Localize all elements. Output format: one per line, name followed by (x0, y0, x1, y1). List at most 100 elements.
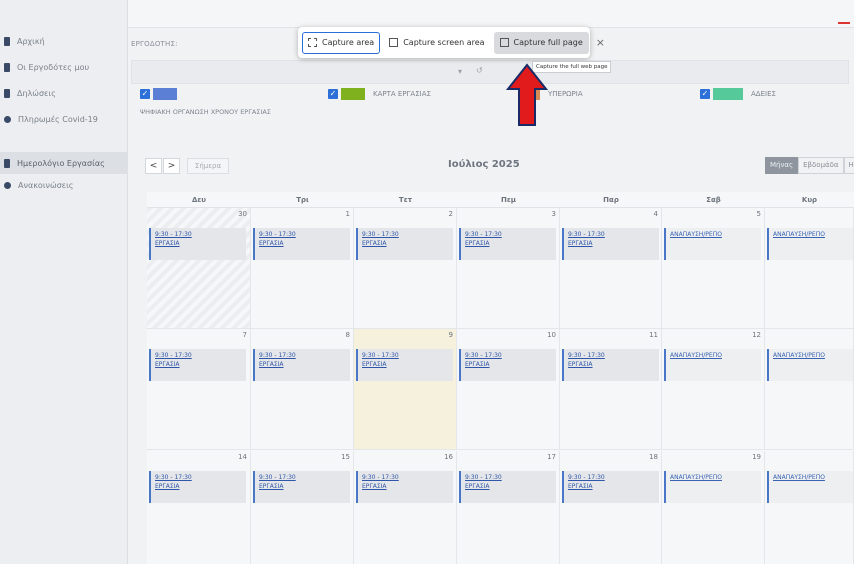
sidebar-item-covid-payments[interactable]: Πληρωμές Covid-19 (0, 108, 128, 130)
rest-event[interactable]: ΑΝΑΠΑΥΣΗ/ΡΕΠΟ (767, 471, 853, 503)
event-label[interactable]: ΕΡΓΑΣΙΑ (568, 360, 655, 369)
calendar-day-cell[interactable]: 10 9:30 - 17:30 ΕΡΓΑΣΙΑ (457, 329, 560, 450)
calendar-day-cell[interactable]: ΑΝΑΠΑΥΣΗ/ΡΕΠΟ (765, 329, 854, 450)
work-event[interactable]: 9:30 - 17:30 ΕΡΓΑΣΙΑ (459, 471, 556, 503)
chevron-down-icon[interactable]: ▾ (458, 67, 462, 76)
event-label[interactable]: ΑΝΑΠΑΥΣΗ/ΡΕΠΟ (773, 351, 849, 360)
calendar-day-cell[interactable]: 1 9:30 - 17:30 ΕΡΓΑΣΙΑ (251, 208, 354, 329)
event-label[interactable]: ΕΡΓΑΣΙΑ (259, 360, 346, 369)
prev-month-button[interactable]: < (145, 158, 162, 174)
clear-selection-icon[interactable]: ↺ (476, 66, 483, 75)
event-label[interactable]: ΕΡΓΑΣΙΑ (155, 239, 242, 248)
today-button[interactable]: Σήμερα (187, 158, 229, 174)
event-label[interactable]: ΑΝΑΠΑΥΣΗ/ΡΕΠΟ (670, 230, 757, 239)
calendar-day-cell[interactable]: 8 9:30 - 17:30 ΕΡΓΑΣΙΑ (251, 329, 354, 450)
capture-full-page-button[interactable]: Capture full page (493, 31, 589, 54)
calendar-day-cell[interactable]: 18 9:30 - 17:30 ΕΡΓΑΣΙΑ (560, 451, 662, 564)
event-label[interactable]: ΑΝΑΠΑΥΣΗ/ΡΕΠΟ (773, 473, 849, 482)
capture-screen-button[interactable]: Capture screen area (383, 32, 490, 54)
work-event[interactable]: 9:30 - 17:30 ΕΡΓΑΣΙΑ (253, 471, 350, 503)
event-label[interactable]: ΕΡΓΑΣΙΑ (155, 360, 242, 369)
event-time[interactable]: 9:30 - 17:30 (155, 230, 242, 239)
work-event[interactable]: 9:30 - 17:30 ΕΡΓΑΣΙΑ (253, 228, 350, 260)
capture-area-button[interactable]: Capture area (302, 31, 381, 54)
work-event[interactable]: 9:30 - 17:30 ΕΡΓΑΣΙΑ (149, 471, 246, 503)
calendar-day-cell[interactable]: 17 9:30 - 17:30 ΕΡΓΑΣΙΑ (457, 451, 560, 564)
work-event[interactable]: 9:30 - 17:30 ΕΡΓΑΣΙΑ (459, 228, 556, 260)
work-event[interactable]: 9:30 - 17:30 ΕΡΓΑΣΙΑ (253, 349, 350, 381)
event-label[interactable]: ΕΡΓΑΣΙΑ (465, 239, 552, 248)
checkbox-checked-icon[interactable]: ✓ (328, 89, 338, 99)
event-label[interactable]: ΕΡΓΑΣΙΑ (362, 482, 449, 491)
work-event[interactable]: 9:30 - 17:30 ΕΡΓΑΣΙΑ (562, 349, 659, 381)
event-time[interactable]: 9:30 - 17:30 (465, 473, 552, 482)
event-label[interactable]: ΕΡΓΑΣΙΑ (362, 360, 449, 369)
event-label[interactable]: ΕΡΓΑΣΙΑ (568, 482, 655, 491)
close-icon[interactable]: × (596, 36, 605, 49)
event-label[interactable]: ΕΡΓΑΣΙΑ (362, 239, 449, 248)
sidebar-item-declarations[interactable]: Δηλώσεις (0, 82, 128, 104)
event-time[interactable]: 9:30 - 17:30 (465, 230, 552, 239)
work-event[interactable]: 9:30 - 17:30 ΕΡΓΑΣΙΑ (459, 349, 556, 381)
calendar-day-cell[interactable]: 3 9:30 - 17:30 ΕΡΓΑΣΙΑ (457, 208, 560, 329)
sidebar-item-work-calendar[interactable]: Ημερολόγιο Εργασίας (0, 152, 128, 174)
event-time[interactable]: 9:30 - 17:30 (568, 473, 655, 482)
work-event[interactable]: 9:30 - 17:30 ΕΡΓΑΣΙΑ (149, 349, 246, 381)
rest-event[interactable]: ΑΝΑΠΑΥΣΗ/ΡΕΠΟ (767, 349, 853, 381)
calendar-day-cell[interactable]: 19 ΑΝΑΠΑΥΣΗ/ΡΕΠΟ (662, 451, 765, 564)
work-event[interactable]: 9:30 - 17:30 ΕΡΓΑΣΙΑ (562, 228, 659, 260)
sidebar-item-home[interactable]: Αρχική (0, 30, 128, 52)
next-month-button[interactable]: > (163, 158, 180, 174)
rest-event[interactable]: ΑΝΑΠΑΥΣΗ/ΡΕΠΟ (664, 349, 761, 381)
event-time[interactable]: 9:30 - 17:30 (155, 473, 242, 482)
work-event[interactable]: 9:30 - 17:30 ΕΡΓΑΣΙΑ (562, 471, 659, 503)
checkbox-checked-icon[interactable]: ✓ (700, 89, 710, 99)
calendar-day-cell[interactable]: 11 9:30 - 17:30 ΕΡΓΑΣΙΑ (560, 329, 662, 450)
event-label[interactable]: ΕΡΓΑΣΙΑ (259, 482, 346, 491)
calendar-day-cell[interactable]: 14 9:30 - 17:30 ΕΡΓΑΣΙΑ (147, 451, 251, 564)
calendar-day-cell[interactable]: 12 ΑΝΑΠΑΥΣΗ/ΡΕΠΟ (662, 329, 765, 450)
checkbox-checked-icon[interactable]: ✓ (140, 89, 150, 99)
rest-event[interactable]: ΑΝΑΠΑΥΣΗ/ΡΕΠΟ (664, 471, 761, 503)
calendar-day-cell[interactable]: 16 9:30 - 17:30 ΕΡΓΑΣΙΑ (354, 451, 457, 564)
event-time[interactable]: 9:30 - 17:30 (362, 351, 449, 360)
view-day-button[interactable]: Ημ (843, 157, 854, 174)
event-label[interactable]: ΕΡΓΑΣΙΑ (259, 239, 346, 248)
event-time[interactable]: 9:30 - 17:30 (362, 473, 449, 482)
view-month-button[interactable]: Μήνας (765, 157, 799, 174)
work-event[interactable]: 9:30 - 17:30 ΕΡΓΑΣΙΑ (356, 228, 453, 260)
legend-item-leaves[interactable]: ✓ ΑΔΕΙΕΣ (700, 86, 776, 102)
rest-event[interactable]: ΑΝΑΠΑΥΣΗ/ΡΕΠΟ (664, 228, 761, 260)
event-time[interactable]: 9:30 - 17:30 (259, 473, 346, 482)
work-event[interactable]: 9:30 - 17:30 ΕΡΓΑΣΙΑ (356, 349, 453, 381)
event-time[interactable]: 9:30 - 17:30 (568, 230, 655, 239)
event-label[interactable]: ΑΝΑΠΑΥΣΗ/ΡΕΠΟ (773, 230, 849, 239)
event-time[interactable]: 9:30 - 17:30 (362, 230, 449, 239)
event-time[interactable]: 9:30 - 17:30 (568, 351, 655, 360)
calendar-day-cell[interactable]: 2 9:30 - 17:30 ΕΡΓΑΣΙΑ (354, 208, 457, 329)
calendar-day-cell[interactable]: 7 9:30 - 17:30 ΕΡΓΑΣΙΑ (147, 329, 251, 450)
event-time[interactable]: 9:30 - 17:30 (259, 351, 346, 360)
event-time[interactable]: 9:30 - 17:30 (259, 230, 346, 239)
event-label[interactable]: ΕΡΓΑΣΙΑ (465, 360, 552, 369)
calendar-day-cell[interactable]: ΑΝΑΠΑΥΣΗ/ΡΕΠΟ (765, 208, 854, 329)
event-label[interactable]: ΑΝΑΠΑΥΣΗ/ΡΕΠΟ (670, 351, 757, 360)
calendar-day-cell[interactable]: 15 9:30 - 17:30 ΕΡΓΑΣΙΑ (251, 451, 354, 564)
work-event[interactable]: 9:30 - 17:30 ΕΡΓΑΣΙΑ (149, 228, 246, 260)
event-time[interactable]: 9:30 - 17:30 (155, 351, 242, 360)
event-label[interactable]: ΕΡΓΑΣΙΑ (568, 239, 655, 248)
employer-select[interactable] (131, 60, 849, 84)
calendar-day-cell[interactable]: ΑΝΑΠΑΥΣΗ/ΡΕΠΟ (765, 451, 854, 564)
legend-item-schedule[interactable]: ✓ (140, 86, 185, 102)
calendar-day-cell[interactable]: 30 9:30 - 17:30 ΕΡΓΑΣΙΑ (147, 208, 251, 329)
sidebar-item-announcements[interactable]: Ανακοινώσεις (0, 174, 128, 196)
event-label[interactable]: ΕΡΓΑΣΙΑ (155, 482, 242, 491)
calendar-day-cell[interactable]: 5 ΑΝΑΠΑΥΣΗ/ΡΕΠΟ (662, 208, 765, 329)
calendar-day-cell[interactable]: 4 9:30 - 17:30 ΕΡΓΑΣΙΑ (560, 208, 662, 329)
sidebar-item-employers[interactable]: Οι Εργοδότες μου (0, 56, 128, 78)
calendar-day-cell[interactable]: 9 9:30 - 17:30 ΕΡΓΑΣΙΑ (354, 329, 457, 450)
legend-item-work-card[interactable]: ✓ ΚΑΡΤΑ ΕΡΓΑΣΙΑΣ (328, 86, 431, 102)
work-event[interactable]: 9:30 - 17:30 ΕΡΓΑΣΙΑ (356, 471, 453, 503)
event-label[interactable]: ΕΡΓΑΣΙΑ (465, 482, 552, 491)
event-label[interactable]: ΑΝΑΠΑΥΣΗ/ΡΕΠΟ (670, 473, 757, 482)
